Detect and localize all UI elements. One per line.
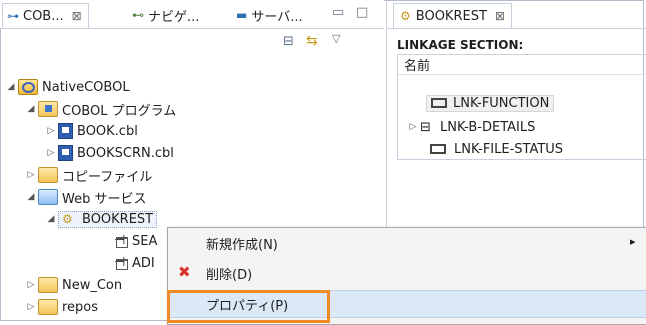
cobol-program-folder-icon [38, 101, 58, 117]
column-header-name[interactable]: 名前 [398, 55, 646, 75]
tree-item-label: ADI [132, 255, 155, 271]
web-service-icon: ⚙ [62, 212, 73, 226]
cobol-project-icon [18, 79, 38, 95]
web-service-icon: ⚙ [400, 9, 411, 23]
tree-item-label: SEA [132, 233, 158, 249]
tree-item-new-con[interactable]: ▷ New_Con [24, 275, 122, 295]
tree-item-cobol-programs[interactable]: ◢ COBOL プログラム [24, 99, 176, 119]
tree-item-operation[interactable]: ⊣ SEA [114, 231, 157, 251]
tree-item-label: COBOL プログラム [62, 103, 177, 119]
folder-icon [38, 299, 58, 315]
tab-label: サーバ... [251, 9, 303, 25]
folder-icon [38, 277, 58, 293]
field-label: LNK-FUNCTION [453, 95, 550, 111]
tab-bookrest[interactable]: ⚙ BOOKREST ⊠ [393, 3, 512, 28]
expanded-icon[interactable]: ◢ [4, 82, 18, 92]
field-label: LNK-B-DETAILS [440, 119, 536, 135]
explorer-icon: ⊶ [7, 9, 19, 23]
cobol-file-icon [58, 123, 73, 139]
minimize-icon[interactable]: ▭ [332, 5, 344, 20]
menu-item-delete[interactable]: ✖ 削除(D) [168, 260, 646, 286]
expanded-icon[interactable]: ◢ [24, 192, 38, 202]
tab-label: BOOKREST [415, 8, 487, 24]
tree-item-label: コピーファイル [62, 169, 153, 185]
tree-item-label: BOOKSCRN.cbl [77, 145, 174, 161]
highlight-callout [167, 290, 330, 323]
tree-item-nativecobol[interactable]: ◢ NativeCOBOL [4, 77, 130, 97]
tree-item-web-services[interactable]: ◢ Web サービス [24, 187, 146, 207]
cobol-file-icon [58, 145, 73, 161]
tree-item-copy-files[interactable]: ▷ コピーファイル [24, 165, 152, 185]
table-row[interactable]: LNK-FUNCTION [426, 93, 555, 113]
menu-item-label: 新規作成(N) [206, 237, 278, 253]
collapsed-icon[interactable]: ▷ [44, 148, 58, 158]
close-tab-icon[interactable]: ⊠ [72, 9, 82, 23]
server-icon: ▬ [236, 8, 248, 22]
selected-row[interactable]: LNK-FUNCTION [426, 94, 555, 112]
selected-item[interactable]: ⚙ BOOKREST [58, 210, 158, 228]
tab-servers[interactable]: ▬ サーバ... [236, 3, 303, 27]
group-field-icon: ⊟ [420, 119, 431, 135]
submenu-arrow-icon: ▸ [630, 235, 636, 248]
collapsed-icon[interactable]: ▷ [406, 122, 420, 132]
menu-item-label: 削除(D) [206, 267, 253, 283]
tree-item-label: BOOKREST [82, 211, 154, 227]
tab-label: ナビゲ... [148, 9, 200, 25]
operation-icon: ⊣ [114, 234, 128, 248]
tree-item-bookrest[interactable]: ◢ ⚙ BOOKREST [44, 209, 158, 229]
tree-item-operation[interactable]: ⊣ ADI [114, 253, 155, 273]
tree-item-repos[interactable]: ▷ repos [24, 297, 98, 317]
collapsed-icon[interactable]: ▷ [24, 302, 38, 312]
copy-folder-icon [38, 167, 58, 183]
table-row[interactable]: LNK-FILE-STATUS [430, 139, 563, 159]
tree-item-label: New_Con [62, 277, 123, 293]
expanded-icon[interactable]: ◢ [44, 214, 58, 224]
tree-item-label: Web サービス [62, 191, 147, 207]
tab-cobol-explorer[interactable]: ⊶ COB... ⊠ [2, 3, 89, 28]
tree-item-bookscrn-cbl[interactable]: ▷ BOOKSCRN.cbl [44, 143, 174, 163]
collapsed-icon[interactable]: ▷ [24, 280, 38, 290]
collapsed-icon[interactable]: ▷ [24, 170, 38, 180]
tree-item-book-cbl[interactable]: ▷ BOOK.cbl [44, 121, 138, 141]
tree-item-label: NativeCOBOL [42, 79, 130, 95]
collapsed-icon[interactable]: ▷ [44, 126, 58, 136]
view-tab-bar: ⊶ COB... ⊠ ⊷ ナビゲ... ▬ サーバ... ▭ □ [0, 0, 384, 29]
menu-item-new[interactable]: 新規作成(N) ▸ [168, 230, 646, 256]
tab-label: COB... [23, 8, 64, 24]
tab-navigator[interactable]: ⊷ ナビゲ... [132, 3, 199, 27]
tree-item-label: repos [62, 299, 99, 315]
delete-icon: ✖ [178, 263, 191, 281]
operation-icon: ⊣ [114, 256, 128, 270]
close-tab-icon[interactable]: ⊠ [495, 9, 505, 23]
linkage-table: 名前 LNK-FUNCTION ▷ ⊟ LNK-B-DETAILS LNK-FI… [397, 54, 646, 160]
field-icon [431, 98, 447, 108]
tree-item-label: BOOK.cbl [77, 123, 138, 139]
maximize-icon[interactable]: □ [356, 5, 368, 20]
table-row[interactable]: ▷ ⊟ LNK-B-DETAILS [406, 117, 536, 137]
field-icon [430, 144, 446, 154]
navigator-icon: ⊷ [132, 8, 144, 22]
web-service-folder-icon [38, 189, 58, 205]
field-label: LNK-FILE-STATUS [454, 141, 564, 157]
expanded-icon[interactable]: ◢ [24, 104, 38, 114]
section-title: LINKAGE SECTION: [397, 38, 524, 52]
